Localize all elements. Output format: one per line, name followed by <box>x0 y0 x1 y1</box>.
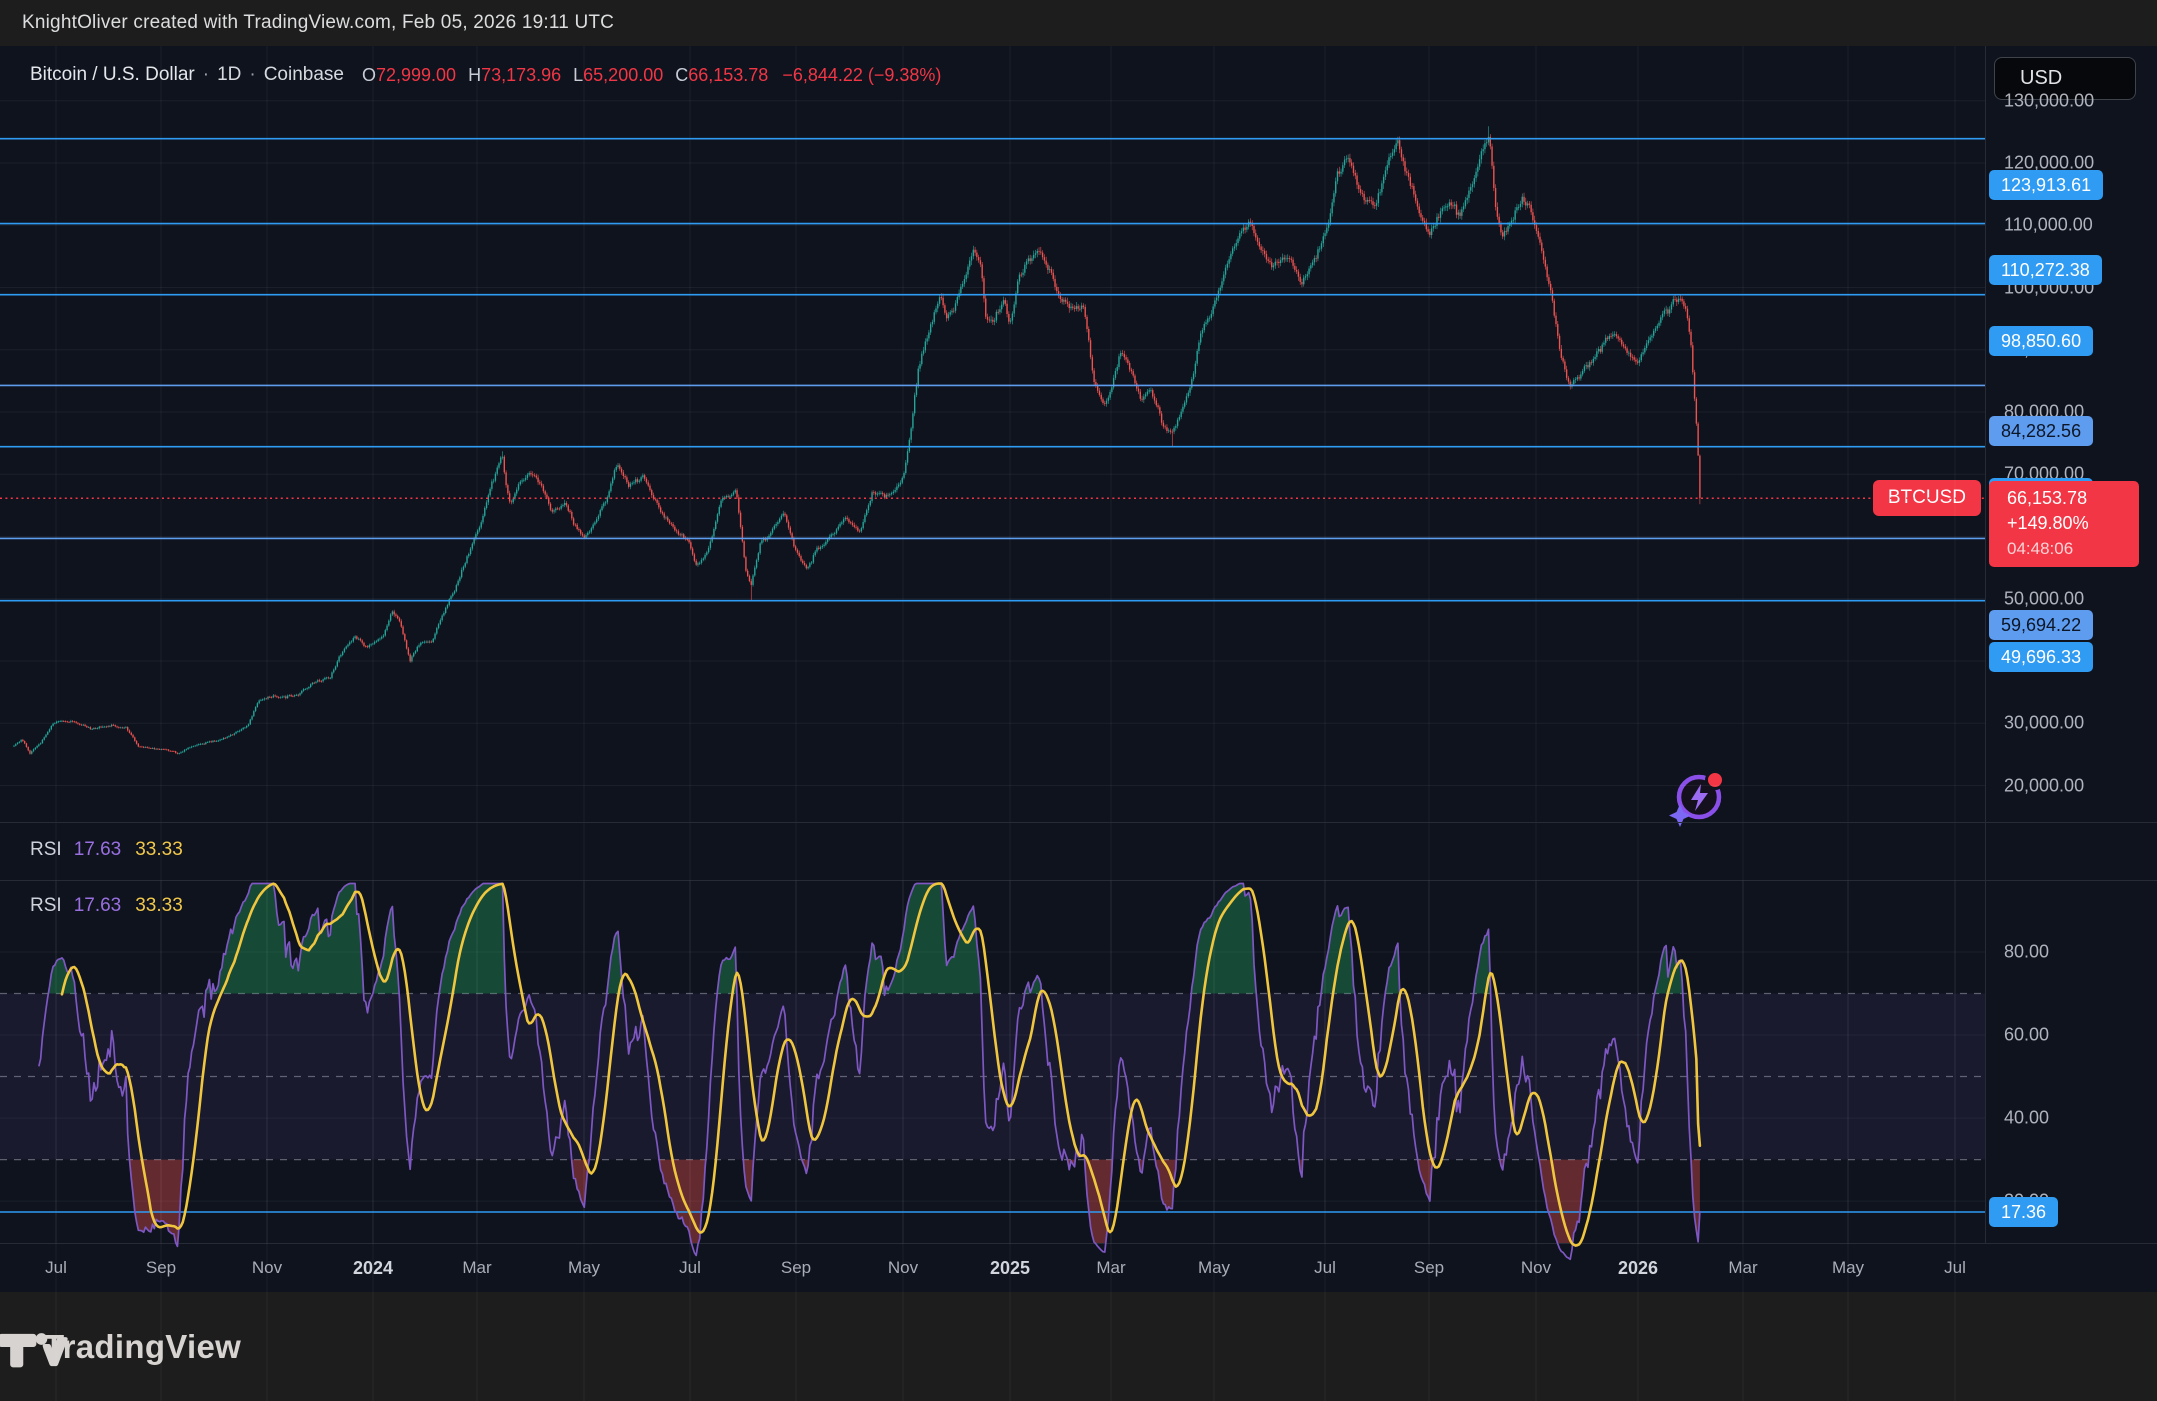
rsi-ma-value: 33.33 <box>135 839 183 861</box>
tradingview-logo-icon <box>0 1324 64 1370</box>
rsi-pane[interactable] <box>0 880 2157 1243</box>
rsi-pane-legend-collapsed[interactable]: RSI 17.63 33.33 <box>30 839 183 861</box>
tradingview-logo-text: TradingView <box>44 1328 241 1366</box>
rsi-value: 17.63 <box>74 839 122 861</box>
attribution-text: KnightOliver created with TradingView.co… <box>0 12 614 34</box>
pane-separator[interactable] <box>0 822 2157 823</box>
attribution-bar: KnightOliver created with TradingView.co… <box>0 0 2157 46</box>
tradingview-chart-window: KnightOliver created with TradingView.co… <box>0 0 2157 1401</box>
rsi-label: RSI <box>30 839 62 861</box>
tradingview-logo[interactable]: TradingView <box>30 1328 241 1366</box>
main-price-pane[interactable] <box>0 46 2157 822</box>
footer-bar: TradingView <box>0 1292 2157 1401</box>
time-axis[interactable]: JulSepNov2024MarMayJulSepNov2025MarMayJu… <box>0 1243 2157 1292</box>
horizontal-gridlines <box>0 101 1985 786</box>
candle-wicks-down <box>23 134 1700 755</box>
